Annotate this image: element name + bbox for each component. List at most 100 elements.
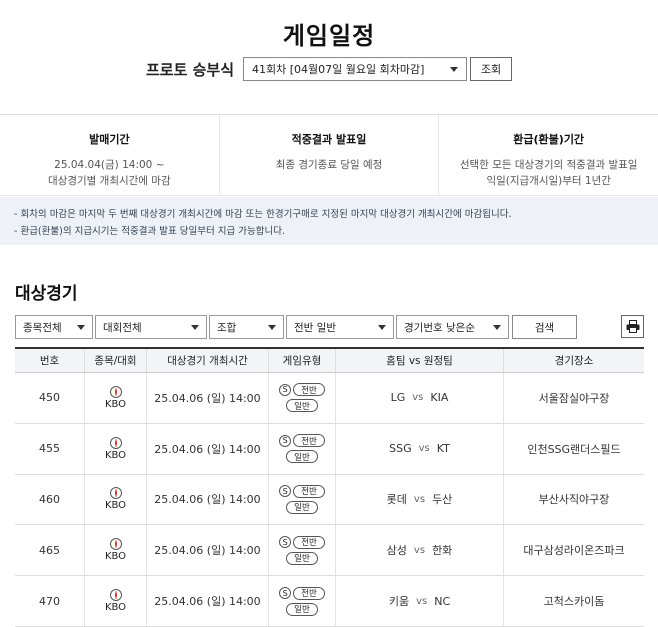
round-selector-row: 프로토 승부식 41회차 [04월07일 월요일 회차마감] 조회 [0,57,658,81]
chevron-down-icon [493,324,501,330]
home-team: 키움 [388,595,410,609]
sale-info-box: 발매기간 25.04.04(금) 14:00 ~ 대상경기별 개최시간에 마감 … [0,114,658,196]
sport-cell: KBO [85,423,147,474]
combo-filter-select[interactable]: 조합 [209,315,284,339]
match-time: 25.04.06 (일) 14:00 [147,525,269,576]
filter-search-button[interactable]: 검색 [512,315,577,339]
league-name: KBO [104,500,127,512]
half-badge: 전반 [293,434,325,448]
away-team: 한화 [432,544,453,558]
game-type-cell: S 전반 일반 [269,373,336,423]
teams-cell: 삼성 vs 한화 [336,525,504,576]
sport-cell: KBO [85,576,147,626]
half-filter-select[interactable]: 전반 일반 [286,315,394,339]
teams-cell: 롯데 vs 두산 [336,474,504,525]
league-name: KBO [104,551,127,563]
chevron-down-icon [378,324,386,330]
info-result-date: 적중결과 발표일 최종 경기종료 당일 예정 [220,115,440,195]
venue: 인천SSG랜더스필드 [527,442,621,456]
table-row: 450 KBO 25.04.06 (일) 14:00 S 전반 일반 LG vs KI… [15,373,644,424]
section-title: 대상경기 [15,284,78,304]
match-time: 25.04.06 (일) 14:00 [147,373,269,423]
match-time: 25.04.06 (일) 14:00 [147,576,269,626]
info-heading: 적중결과 발표일 [291,133,367,146]
baseball-icon [109,538,122,551]
match-number: 470 [15,576,85,626]
half-badge: 전반 [293,383,325,397]
notice-line: - 회차의 마감은 마지막 두 번째 대상경기 개최시간에 마감 또는 한경기구… [14,209,512,220]
sport-filter-value: 종목전체 [23,321,62,334]
teams-cell: SSG vs KT [336,423,504,474]
info-sale-period: 발매기간 25.04.04(금) 14:00 ~ 대상경기별 개최시간에 마감 [0,115,220,195]
notice-line: - 환급(환불)의 지급시기는 적중결과 발표 당일부터 지급 가능합니다. [14,226,285,237]
order-select[interactable]: 경기번호 낮은순 [396,315,509,339]
table-header: 번호 종목/대회 대상경기 개최시간 게임유형 홈팀 vs 원정팀 경기장소 [15,349,644,373]
half-badge: 전반 [293,484,325,498]
venue: 서울잠실야구장 [538,391,610,405]
special-badge: S [279,434,292,447]
league-filter-value: 대회전체 [103,321,142,334]
round-select[interactable]: 41회차 [04월07일 월요일 회차마감] [243,57,467,81]
sport-cell: KBO [85,525,147,576]
game-type-cell: S 전반 일반 [269,525,336,576]
away-team: KIA [430,391,449,405]
table-row: 465 KBO 25.04.06 (일) 14:00 S 전반 일반 삼성 vs 한화… [15,525,644,577]
info-refund-period: 환급(환불)기간 선택한 모든 대상경기의 적중결과 발표일 익일(지급개시일)… [439,115,658,195]
venue: 대구삼성라이온즈파크 [523,544,625,558]
match-number: 455 [15,423,85,474]
type-badge: 일반 [286,551,318,565]
info-text: 익일(지급개시일)부터 1년간 [486,175,611,187]
baseball-icon [109,487,122,500]
print-button[interactable] [621,315,644,338]
header-cell: 종목/대회 [85,349,147,372]
type-badge: 일반 [286,500,318,514]
info-heading: 환급(환불)기간 [513,133,585,146]
special-badge: S [279,383,292,396]
sport-filter-select[interactable]: 종목전체 [15,315,93,339]
away-team: 두산 [432,493,453,507]
home-team: LG [390,391,406,405]
match-table: 번호 종목/대회 대상경기 개최시간 게임유형 홈팀 vs 원정팀 경기장소 4… [15,347,644,627]
header-cell: 대상경기 개최시간 [147,349,269,372]
half-badge: 전반 [293,535,325,549]
table-row: 460 KBO 25.04.06 (일) 14:00 S 전반 일반 롯데 vs 두산… [15,474,644,526]
baseball-icon [109,385,122,398]
chevron-down-icon [191,324,199,330]
special-badge: S [279,587,292,600]
match-number: 460 [15,474,85,525]
baseball-icon [109,589,122,602]
vs-label: vs [413,544,426,556]
combo-filter-value: 조합 [217,321,237,334]
printer-icon [626,320,639,333]
away-team: NC [434,594,451,608]
match-time: 25.04.06 (일) 14:00 [147,423,269,474]
header-cell: 게임유형 [269,349,336,372]
round-label: 프로토 승부식 [146,61,235,79]
venue: 부산사직야구장 [538,493,610,507]
header-cell: 경기장소 [554,355,594,367]
header-cell: 홈팀 vs 원정팀 [336,349,504,372]
type-badge: 일반 [286,602,318,616]
vs-label: vs [418,443,430,455]
info-text: 25.04.04(금) 14:00 ~ [54,159,165,171]
game-type-cell: S 전반 일반 [269,576,336,626]
info-heading: 발매기간 [89,133,130,146]
chevron-down-icon [77,324,85,330]
info-text: 최종 경기종료 당일 예정 [275,159,383,171]
round-search-button[interactable]: 조회 [470,57,512,81]
sport-cell: KBO [85,373,147,423]
info-text: 선택한 모든 대상경기의 적중결과 발표일 [459,159,638,171]
page-title: 게임일정 [282,22,376,50]
half-filter-value: 전반 일반 [294,321,336,334]
venue: 고척스카이돔 [543,595,605,609]
type-badge: 일반 [286,450,318,464]
table-row: 455 KBO 25.04.06 (일) 14:00 S 전반 일반 SSG vs K… [15,423,644,475]
league-name: KBO [104,602,127,614]
league-filter-select[interactable]: 대회전체 [95,315,207,339]
info-text: 대상경기별 개최시간에 마감 [48,175,171,187]
baseball-icon [109,436,122,449]
table-row: 470 KBO 25.04.06 (일) 14:00 S 전반 일반 키움 vs NC… [15,576,644,627]
type-badge: 일반 [286,399,318,413]
sport-cell: KBO [85,474,147,525]
match-time: 25.04.06 (일) 14:00 [147,474,269,525]
